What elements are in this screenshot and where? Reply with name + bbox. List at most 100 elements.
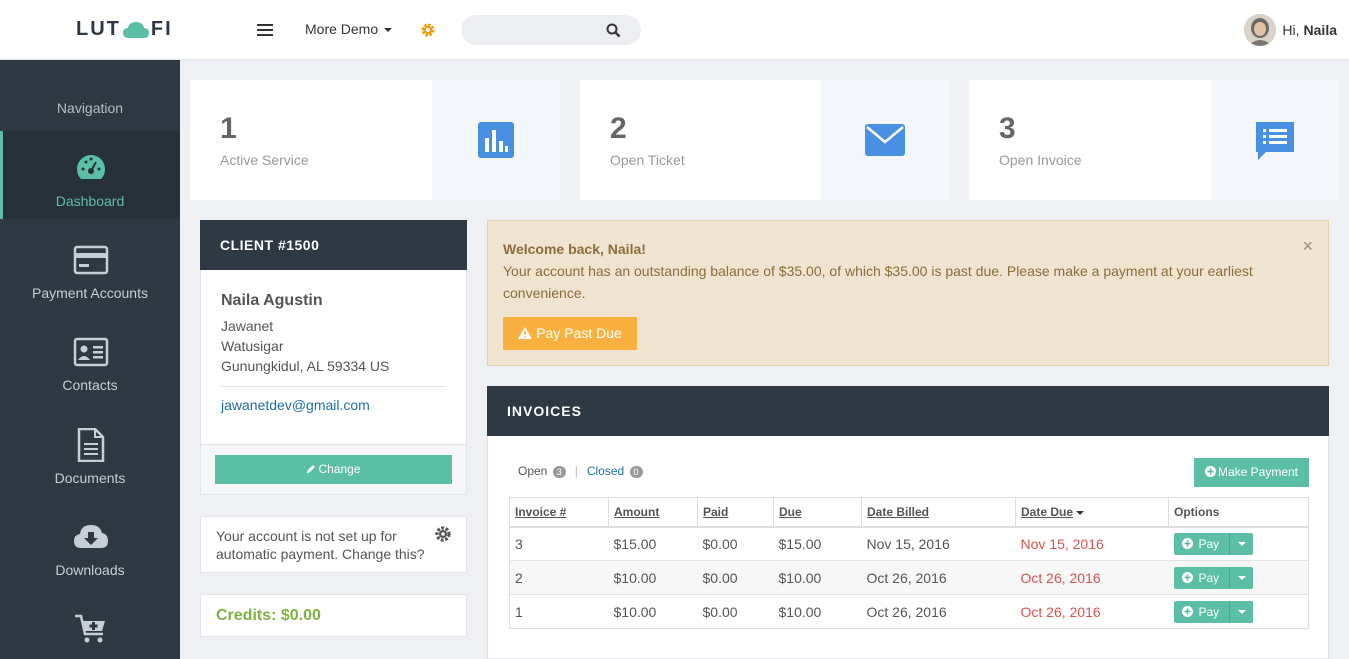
- dashboard-icon: [77, 155, 105, 179]
- change-button[interactable]: Change: [215, 455, 452, 484]
- cell-paid: $0.00: [697, 594, 774, 629]
- plus-circle-icon: [1181, 538, 1193, 550]
- pay-dropdown-toggle[interactable]: [1229, 600, 1253, 623]
- logo[interactable]: LUT FI: [76, 18, 173, 41]
- credit-card-icon: [73, 245, 109, 275]
- sidebar-item-label: Contacts: [62, 377, 118, 393]
- table-row[interactable]: 2 $10.00 $0.00 $10.00 Oct 26, 2016 Oct 2…: [509, 560, 1309, 595]
- pay-dropdown-toggle[interactable]: [1229, 566, 1253, 589]
- more-demo-label: More Demo: [305, 21, 379, 37]
- sidebar-item-contacts[interactable]: Contacts: [0, 315, 180, 403]
- tab-closed[interactable]: Closed 0: [587, 464, 643, 478]
- cell-paid: $0.00: [697, 560, 774, 595]
- cloud-logo-icon: [122, 21, 149, 38]
- sidebar-item-documents[interactable]: Documents: [0, 408, 180, 496]
- table-row[interactable]: 1 $10.00 $0.00 $10.00 Oct 26, 2016 Oct 2…: [509, 594, 1309, 629]
- cell-invoice: 2: [509, 560, 609, 595]
- avatar: [1244, 14, 1277, 46]
- sidebar-item-label: Documents: [54, 470, 126, 486]
- stat-card-open-invoice[interactable]: 3 Open Invoice: [969, 80, 1339, 200]
- client-name: Naila Agustin: [221, 292, 323, 309]
- sidebar-title: Navigation: [56, 100, 124, 116]
- stat-icon-box: [432, 80, 560, 200]
- warning-icon: [518, 327, 533, 339]
- past-due-alert: Welcome back, Naila! Your account has an…: [487, 220, 1329, 366]
- pay-dropdown-toggle[interactable]: [1229, 532, 1253, 555]
- cloud-download-icon: [74, 525, 108, 548]
- contact-card-icon: [73, 337, 109, 367]
- cell-options: Pay: [1168, 560, 1309, 595]
- table-row[interactable]: 3 $15.00 $0.00 $15.00 Nov 15, 2016 Nov 1…: [509, 526, 1309, 561]
- column-header-invoice[interactable]: Invoice #: [509, 497, 609, 528]
- client-street: Watusigar: [221, 338, 284, 354]
- plus-circle-icon: [1181, 606, 1193, 617]
- bar-chart-icon: [478, 122, 514, 158]
- autopay-panel: Your account is not set up for automatic…: [200, 516, 467, 573]
- sidebar-item-label: Payment Accounts: [32, 285, 148, 301]
- column-header-date-billed[interactable]: Date Billed: [861, 497, 1016, 528]
- logo-text-left: LUT: [76, 18, 121, 40]
- pay-button[interactable]: Pay: [1173, 566, 1254, 589]
- search-icon[interactable]: [606, 23, 621, 38]
- gear-icon[interactable]: [434, 525, 452, 543]
- close-icon[interactable]: ×: [1302, 235, 1313, 257]
- sidebar-item-label: Downloads: [55, 562, 125, 578]
- stat-label: Open Ticket: [610, 152, 685, 168]
- cell-date-billed: Nov 15, 2016: [861, 526, 1016, 561]
- caret-down-icon: [1237, 541, 1246, 546]
- document-icon: [77, 428, 105, 462]
- cell-amount: $10.00: [608, 560, 698, 595]
- menu-toggle-icon[interactable]: [257, 24, 273, 36]
- invoice-tabs: Open 3 | Closed 0: [518, 464, 643, 478]
- cell-due: $10.00: [773, 560, 862, 595]
- column-header-due[interactable]: Due: [773, 497, 862, 528]
- column-header-date-due[interactable]: Date Due: [1015, 497, 1169, 528]
- tab-separator: |: [574, 464, 578, 478]
- invoices-header: INVOICES: [487, 386, 1329, 436]
- user-menu[interactable]: Hi, Naila: [1244, 14, 1337, 46]
- cell-amount: $10.00: [608, 594, 698, 629]
- cell-options: Pay: [1168, 526, 1309, 561]
- client-city: Gunungkidul, AL 59334 US: [221, 358, 390, 374]
- stat-card-active-service[interactable]: 1 Active Service: [190, 80, 560, 200]
- stat-value: 1: [220, 112, 237, 145]
- client-panel-body: Naila Agustin Jawanet Watusigar Gunungki…: [200, 270, 467, 445]
- make-payment-button[interactable]: Make Payment: [1194, 458, 1309, 487]
- column-header-amount[interactable]: Amount: [608, 497, 698, 528]
- plus-circle-icon: [1204, 466, 1216, 477]
- gear-icon[interactable]: [420, 22, 436, 38]
- sidebar-item-dashboard[interactable]: Dashboard: [0, 131, 180, 219]
- tab-open[interactable]: Open 3: [518, 464, 566, 478]
- cell-due: $15.00: [773, 526, 862, 561]
- sidebar-item-downloads[interactable]: Downloads: [0, 500, 180, 588]
- envelope-icon: [865, 124, 905, 156]
- credits-panel: Credits: $0.00: [200, 594, 467, 637]
- client-email-link[interactable]: jawanetdev@gmail.com: [221, 397, 370, 413]
- sidebar-item-order[interactable]: [0, 592, 180, 659]
- pay-button[interactable]: Pay: [1173, 532, 1254, 555]
- stat-card-open-ticket[interactable]: 2 Open Ticket: [580, 80, 949, 200]
- more-demo-dropdown[interactable]: More Demo: [305, 21, 393, 37]
- cell-due: $10.00: [773, 594, 862, 629]
- cell-options: Pay: [1168, 594, 1309, 629]
- client-panel-footer: Change: [200, 445, 467, 495]
- autopay-text: Your account is not set up for automatic…: [216, 528, 425, 562]
- make-payment-label: Make Payment: [1217, 465, 1299, 479]
- caret-down-icon: [1237, 575, 1246, 580]
- cell-paid: $0.00: [697, 526, 774, 561]
- stat-label: Open Invoice: [999, 152, 1082, 168]
- sidebar-item-payment-accounts[interactable]: Payment Accounts: [0, 223, 180, 311]
- divider: [221, 386, 446, 387]
- column-header-paid[interactable]: Paid: [697, 497, 774, 528]
- pay-button[interactable]: Pay: [1173, 600, 1254, 623]
- invoices-panel: Open 3 | Closed 0 Make Payment Invoice #…: [487, 436, 1329, 659]
- stat-value: 3: [999, 112, 1016, 145]
- invoices-table: Invoice # Amount Paid Due Date Billed Da…: [509, 497, 1309, 629]
- cell-date-due: Oct 26, 2016: [1015, 594, 1169, 629]
- pay-past-due-button[interactable]: Pay Past Due: [503, 317, 637, 350]
- sidebar-item-label: Dashboard: [55, 193, 125, 209]
- change-label: Change: [318, 462, 361, 476]
- caret-down-icon: [1237, 609, 1246, 614]
- client-panel-header: CLIENT #1500: [200, 220, 467, 270]
- tab-closed-label: Closed: [586, 464, 625, 478]
